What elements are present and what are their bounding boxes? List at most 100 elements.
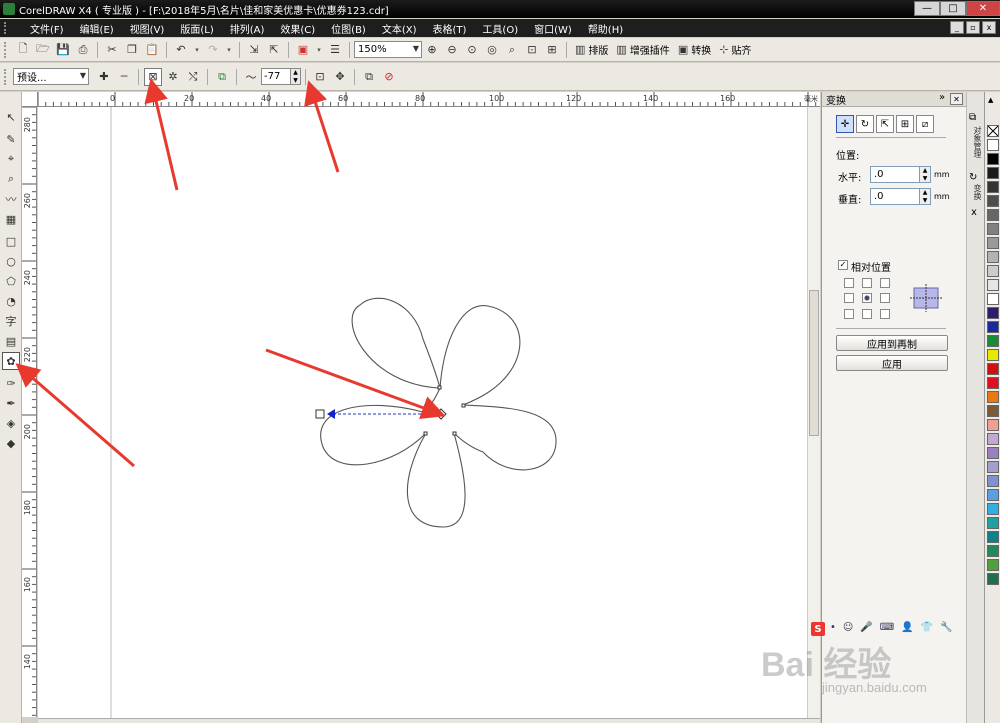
eyedropper-tool[interactable]: ✑ [2, 374, 20, 392]
basic-shapes-tool[interactable]: ◔ [2, 292, 20, 310]
color-swatch[interactable] [987, 377, 999, 389]
twister-distortion-icon[interactable]: ⤭ [184, 68, 202, 86]
anchor-middle-left[interactable] [844, 293, 854, 303]
flower-petal[interactable] [351, 297, 441, 389]
color-swatch[interactable] [987, 307, 999, 319]
anchor-top-center[interactable] [862, 278, 872, 288]
color-swatch[interactable] [987, 517, 999, 529]
smart-fill-tool[interactable]: ▦ [2, 210, 20, 228]
color-swatch[interactable] [987, 573, 999, 585]
undo-dropdown-icon[interactable]: ▾ [192, 41, 202, 59]
zoom-level-combo[interactable]: 150% ▼ [354, 41, 422, 58]
print-icon[interactable]: ⎙ [74, 41, 92, 59]
color-swatch[interactable] [987, 391, 999, 403]
flower-petal[interactable] [320, 387, 441, 466]
outline-tool[interactable]: ✒ [2, 394, 20, 412]
doc-close-button[interactable]: x [982, 21, 996, 34]
object-manager-tab[interactable]: 对象管理 [969, 126, 983, 158]
anchor-middle-right[interactable] [880, 293, 890, 303]
color-swatch[interactable] [987, 349, 999, 361]
plugin-button[interactable]: ▥ 增强插件 [612, 42, 673, 57]
color-swatch[interactable] [987, 335, 999, 347]
zoom-tool[interactable]: ⌕ [2, 170, 20, 188]
menu-tools[interactable]: 工具(O) [474, 21, 526, 36]
color-swatch[interactable] [987, 503, 999, 515]
expand-arrows-icon[interactable]: » [939, 92, 945, 103]
menu-edit[interactable]: 编辑(E) [72, 21, 122, 36]
snap-button[interactable]: ⊹ 贴齐 [715, 42, 755, 57]
copy-icon[interactable]: ❐ [123, 41, 141, 59]
layout-button[interactable]: ▥ 排版 [571, 42, 612, 57]
node-handle[interactable] [461, 403, 466, 408]
minimize-button[interactable]: — [914, 1, 940, 16]
ellipse-tool[interactable]: ○ [2, 252, 20, 270]
cut-icon[interactable]: ✂ [103, 41, 121, 59]
node-handle[interactable] [437, 385, 442, 390]
color-swatch[interactable] [987, 321, 999, 333]
clear-distortion-icon[interactable]: ⊘ [380, 68, 398, 86]
apply-button[interactable]: 应用 [836, 355, 948, 371]
doc-restore-button[interactable]: ▫ [966, 21, 980, 34]
redo-icon[interactable]: ↷ [204, 41, 222, 59]
convert-to-curves-icon[interactable]: ✥ [331, 68, 349, 86]
zoom-all-icon[interactable]: ◎ [483, 41, 501, 59]
push-pull-distortion-icon[interactable]: ⊠ [144, 67, 162, 86]
rotate-mode-icon[interactable]: ↻ [856, 115, 874, 133]
doc-minimize-button[interactable]: _ [950, 21, 964, 34]
color-swatch[interactable] [987, 265, 999, 277]
menu-help[interactable]: 帮助(H) [580, 21, 631, 36]
undo-icon[interactable]: ↶ [172, 41, 190, 59]
launcher-dropdown-icon[interactable]: ▾ [314, 41, 324, 59]
color-swatch[interactable] [987, 531, 999, 543]
menu-grip[interactable] [4, 22, 12, 34]
drawing-area[interactable] [38, 107, 807, 718]
vertical-input[interactable]: .0 [870, 188, 920, 205]
convert-button[interactable]: ▣ 转换 [674, 42, 715, 57]
zoom-selected-icon[interactable]: ⊙ [463, 41, 481, 59]
color-swatch[interactable] [987, 237, 999, 249]
flower-petal[interactable] [406, 432, 466, 528]
add-new-distortion-icon[interactable]: ⧉ [213, 68, 231, 86]
color-swatch[interactable] [987, 475, 999, 487]
apply-to-duplicate-button[interactable]: 应用到再制 [836, 335, 948, 351]
vertical-spinner[interactable]: ▲ ▼ [920, 188, 931, 205]
save-icon[interactable]: 💾 [54, 41, 72, 59]
color-swatch[interactable] [987, 167, 999, 179]
crop-tool[interactable]: ⌖ [2, 150, 20, 168]
color-swatch[interactable] [987, 489, 999, 501]
flower-petal[interactable] [453, 404, 557, 471]
color-swatch[interactable] [987, 279, 999, 291]
amplitude-spinner[interactable]: ▲ ▼ [291, 68, 301, 85]
tab-close-icon[interactable]: x [971, 207, 977, 218]
palette-scroll-up-icon[interactable]: ▲ [988, 96, 993, 104]
add-preset-icon[interactable]: ✚ [95, 68, 113, 86]
center-distortion-icon[interactable]: ⊡ [311, 68, 329, 86]
zoom-in-icon[interactable]: ⊕ [423, 41, 441, 59]
welcome-screen-icon[interactable]: ☰ [326, 41, 344, 59]
color-swatch[interactable] [987, 559, 999, 571]
docker-close-icon[interactable]: ✕ [950, 93, 963, 105]
export-icon[interactable]: ⇱ [265, 41, 283, 59]
node-handle[interactable] [423, 431, 428, 436]
color-swatch[interactable] [987, 293, 999, 305]
zipper-distortion-icon[interactable]: ✲ [164, 68, 182, 86]
color-swatch[interactable] [987, 447, 999, 459]
distort-tool[interactable]: ✿ [2, 352, 20, 370]
distortion-start-handle[interactable] [315, 409, 325, 419]
flower-petal[interactable] [439, 305, 521, 406]
copy-distortion-icon[interactable]: ⧉ [360, 68, 378, 86]
distortion-amplitude-input[interactable]: -77 [261, 68, 291, 85]
color-swatch[interactable] [987, 209, 999, 221]
transform-tab[interactable]: 变换 [969, 184, 983, 200]
anchor-top-left[interactable] [844, 278, 854, 288]
shape-tool[interactable]: ✎ [2, 130, 20, 148]
horizontal-scrollbar[interactable] [38, 718, 820, 723]
menu-table[interactable]: 表格(T) [425, 21, 475, 36]
zoom-width-icon[interactable]: ⊡ [523, 41, 541, 59]
pick-tool[interactable]: ↖ [2, 108, 20, 126]
new-document-icon[interactable]: 🗋 [14, 41, 32, 59]
menu-text[interactable]: 文本(X) [374, 21, 425, 36]
toolbar-grip[interactable] [4, 41, 9, 58]
anchor-top-right[interactable] [880, 278, 890, 288]
application-launcher-icon[interactable]: ▣ [294, 41, 312, 59]
